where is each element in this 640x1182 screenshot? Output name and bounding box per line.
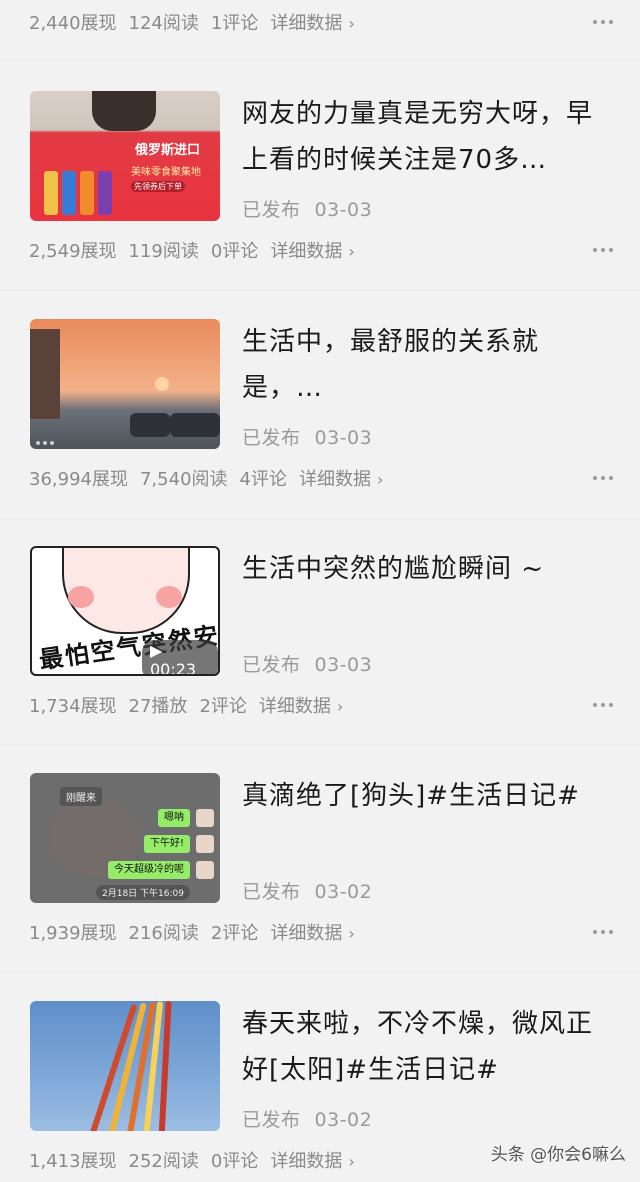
impressions-count: 36,994展现 — [29, 469, 128, 490]
more-options-icon[interactable] — [593, 683, 613, 727]
comments-count: 0评论 — [210, 1151, 259, 1172]
comments-count: 2评论 — [199, 696, 247, 717]
article-thumbnail[interactable] — [30, 319, 220, 449]
publish-date: 03-03 — [314, 427, 373, 449]
publish-date: 03-03 — [314, 199, 373, 221]
article-title[interactable]: 网友的力量真是无穷大呀，早上看的时候关注是70多… — [242, 91, 602, 183]
detail-data-link[interactable]: 详细数据 › — [259, 692, 343, 718]
thumb-brand-text: 俄罗斯进口 — [135, 143, 201, 158]
impressions-count: 1,413展现 — [29, 1151, 117, 1172]
watermark: 头条 @你会6嘛么 — [490, 1145, 626, 1165]
plays-count: 27播放 — [128, 696, 188, 717]
article-card[interactable]: 俄罗斯进口 美味零食聚集地 先领券后下单 网友的力量真是无穷大呀，早上看的时候关… — [0, 91, 640, 223]
publish-status: 已发布 — [242, 654, 301, 676]
chevron-right-icon: › — [336, 697, 344, 716]
impressions-count: 1,734展现 — [29, 696, 117, 717]
detail-data-link[interactable]: 详细数据 › — [270, 9, 354, 35]
reads-count: 216阅读 — [128, 923, 199, 944]
stats-row: 1,734展现 27播放 2评论 详细数据 › — [0, 683, 640, 727]
impressions-count: 2,440展现 — [29, 13, 117, 34]
detail-data-label: 详细数据 — [298, 469, 371, 490]
publish-status: 已发布 — [242, 881, 301, 903]
article-thumbnail[interactable]: 俄罗斯进口 美味零食聚集地 先领券后下单 — [30, 91, 220, 221]
impressions-count: 1,939展现 — [29, 923, 117, 944]
article-title[interactable]: 生活中突然的尴尬瞬间 ~ — [242, 546, 602, 592]
video-duration: ▶ 00:23 — [142, 640, 218, 676]
chevron-right-icon: › — [348, 1152, 355, 1171]
chevron-right-icon: › — [348, 924, 355, 943]
comments-count: 2评论 — [210, 923, 259, 944]
comments-count: 1评论 — [210, 13, 259, 34]
detail-data-label: 详细数据 — [270, 1151, 343, 1172]
more-options-icon[interactable] — [593, 456, 613, 500]
chat-name: 刚醒来 — [60, 787, 102, 806]
article-thumbnail[interactable]: 刚醒来 嗯呐 下午好! 今天超级冷的呢 2月18日 下午16:09 — [30, 773, 220, 903]
publish-status: 已发布 — [242, 1109, 301, 1131]
comments-count: 0评论 — [210, 241, 259, 262]
article-title[interactable]: 真滴绝了[狗头]#生活日记# — [242, 773, 602, 819]
thumb-sub-text: 美味零食聚集地 — [131, 167, 201, 178]
more-options-icon[interactable] — [593, 0, 613, 44]
detail-data-link[interactable]: 详细数据 › — [270, 237, 354, 263]
publish-date: 03-02 — [314, 881, 373, 903]
chat-bubble: 下午好! — [143, 835, 190, 853]
reads-count: 252阅读 — [128, 1151, 199, 1172]
article-meta: 已发布 03-03 — [242, 650, 372, 677]
reads-count: 124阅读 — [128, 13, 199, 34]
detail-data-label: 详细数据 — [270, 923, 343, 944]
play-icon: ▶ — [150, 641, 163, 660]
article-thumbnail[interactable] — [30, 1001, 220, 1131]
article-card[interactable]: 生活中，最舒服的关系就是，… 已发布 03-03 — [0, 319, 640, 451]
more-options-icon[interactable] — [593, 910, 613, 954]
detail-data-label: 详细数据 — [270, 241, 343, 262]
divider — [0, 518, 640, 519]
chat-bubble: 今天超级冷的呢 — [108, 861, 190, 879]
article-card[interactable]: 刚醒来 嗯呐 下午好! 今天超级冷的呢 2月18日 下午16:09 真滴绝了[狗… — [0, 773, 640, 905]
divider — [0, 60, 640, 61]
detail-data-label: 详细数据 — [270, 13, 343, 34]
video-thumbnail[interactable]: 最怕空气突然安静 ▶ 00:23 — [30, 546, 220, 676]
publish-date: 03-02 — [314, 1109, 373, 1131]
divider — [0, 290, 640, 291]
stats-row-top: 2,440展现 124阅读 1评论 详细数据 › — [0, 0, 640, 44]
comments-count: 4评论 — [239, 469, 287, 490]
chevron-right-icon: › — [348, 242, 355, 261]
more-options-icon[interactable] — [593, 228, 613, 272]
article-card[interactable]: 最怕空气突然安静 ▶ 00:23 生活中突然的尴尬瞬间 ~ 已发布 03-03 — [0, 546, 640, 678]
detail-data-link[interactable]: 详细数据 › — [270, 919, 354, 945]
stats-row: 2,549展现 119阅读 0评论 详细数据 › — [0, 228, 640, 272]
thumb-tag-text: 先领券后下单 — [131, 181, 185, 192]
impressions-count: 2,549展现 — [29, 241, 117, 262]
chat-timestamp: 2月18日 下午16:09 — [96, 885, 190, 900]
article-meta: 已发布 03-02 — [242, 877, 372, 904]
article-title[interactable]: 春天来啦，不冷不燥，微风正好[太阳]#生活日记# — [242, 1001, 602, 1093]
stats-row: 1,939展现 216阅读 2评论 详细数据 › — [0, 910, 640, 954]
divider — [0, 745, 640, 746]
article-card[interactable]: 春天来啦，不冷不燥，微风正好[太阳]#生活日记# 已发布 03-02 — [0, 1001, 640, 1133]
chat-bubble: 嗯呐 — [158, 809, 190, 827]
publish-status: 已发布 — [242, 427, 301, 449]
detail-data-label: 详细数据 — [258, 696, 331, 717]
detail-data-link[interactable]: 详细数据 › — [299, 465, 383, 491]
stats-row: 36,994展现 7,540阅读 4评论 详细数据 › — [0, 456, 640, 500]
divider — [0, 972, 640, 973]
video-duration-text: 00:23 — [150, 660, 197, 676]
publish-status: 已发布 — [242, 199, 301, 221]
chevron-right-icon: › — [348, 14, 355, 33]
publish-date: 03-03 — [314, 654, 373, 676]
article-meta: 已发布 03-03 — [242, 195, 372, 222]
article-meta: 已发布 03-03 — [242, 423, 372, 450]
article-meta: 已发布 03-02 — [242, 1105, 372, 1132]
article-title[interactable]: 生活中，最舒服的关系就是，… — [242, 319, 602, 411]
reads-count: 119阅读 — [128, 241, 199, 262]
reads-count: 7,540阅读 — [139, 469, 228, 490]
chevron-right-icon: › — [376, 470, 384, 489]
detail-data-link[interactable]: 详细数据 › — [270, 1147, 354, 1173]
